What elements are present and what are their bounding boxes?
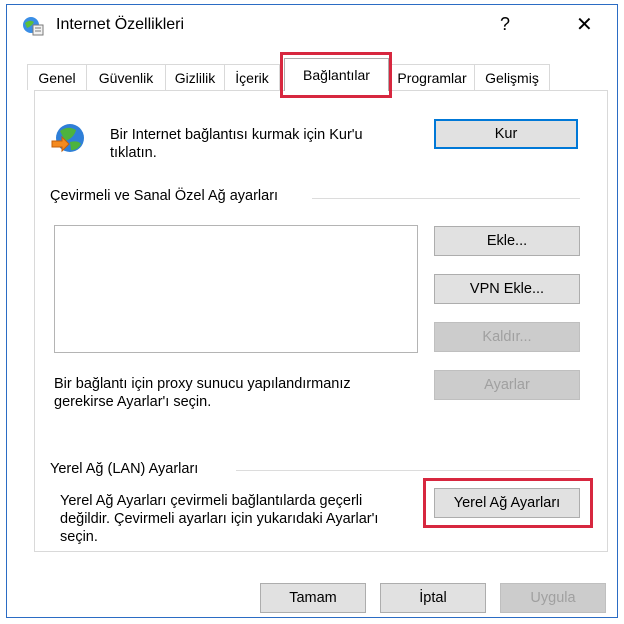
lan-text-line1: Yerel Ağ Ayarları çevirmeli bağlantılard… — [60, 493, 363, 509]
lan-group-label: Yerel Ağ (LAN) Ayarları — [50, 461, 199, 477]
tab-genel[interactable]: Genel — [27, 64, 87, 90]
dialup-group-divider — [312, 198, 580, 199]
apply-button[interactable]: Uygula — [500, 583, 606, 613]
setup-button[interactable]: Kur — [434, 119, 578, 149]
internet-options-icon — [22, 16, 44, 36]
tab-guvenlik[interactable]: Güvenlik — [86, 64, 166, 90]
tab-label: İçerik — [235, 70, 269, 86]
ok-button-label: Tamam — [289, 590, 337, 606]
cancel-button[interactable]: İptal — [380, 583, 486, 613]
lan-group-divider — [236, 470, 580, 471]
remove-button-label: Kaldır... — [482, 329, 532, 345]
settings-button-label: Ayarlar — [484, 377, 530, 393]
ok-button[interactable]: Tamam — [260, 583, 366, 613]
add-button-label: Ekle... — [486, 233, 528, 249]
setup-button-label: Kur — [494, 126, 518, 142]
connections-list[interactable] — [54, 225, 418, 353]
help-button[interactable]: ? — [500, 14, 510, 35]
setup-text-line1: Bir Internet bağlantısı kurmak için Kur'… — [110, 127, 363, 143]
add-vpn-button[interactable]: VPN Ekle... — [434, 274, 580, 304]
lan-text-line2: değildir. Çevirmeli ayarları için yukarı… — [60, 511, 379, 527]
cancel-button-label: İptal — [419, 590, 447, 606]
proxy-text-line1: Bir bağlantı için proxy sunucu yapılandı… — [54, 376, 351, 392]
tab-gelismis[interactable]: Gelişmiş — [474, 64, 550, 90]
tab-label: Genel — [38, 70, 76, 86]
tab-icerik[interactable]: İçerik — [224, 64, 280, 90]
settings-button[interactable]: Ayarlar — [434, 370, 580, 400]
tab-label: Güvenlik — [98, 70, 154, 86]
lan-button-highlight-box — [423, 478, 593, 528]
apply-button-label: Uygula — [530, 590, 576, 606]
tab-label: Gizlilik — [174, 70, 216, 86]
tab-label: Gelişmiş — [485, 70, 539, 86]
tab-label: Programlar — [397, 70, 467, 86]
lan-text-line3: seçin. — [60, 529, 98, 545]
close-icon[interactable]: ✕ — [576, 12, 593, 37]
tab-programlar[interactable]: Programlar — [389, 64, 475, 90]
setup-text-line2: tıklatın. — [110, 145, 157, 161]
window-title: Internet Özellikleri — [56, 16, 185, 33]
add-button[interactable]: Ekle... — [434, 226, 580, 256]
dialup-group-label: Çevirmeli ve Sanal Özel Ağ ayarları — [50, 188, 279, 204]
proxy-text-line2: gerekirse Ayarlar'ı seçin. — [54, 394, 212, 410]
add-vpn-button-label: VPN Ekle... — [469, 281, 545, 297]
tab-gizlilik[interactable]: Gizlilik — [165, 64, 225, 90]
tab-highlight-box — [280, 52, 392, 98]
remove-button[interactable]: Kaldır... — [434, 322, 580, 352]
network-globe-icon — [50, 122, 86, 156]
